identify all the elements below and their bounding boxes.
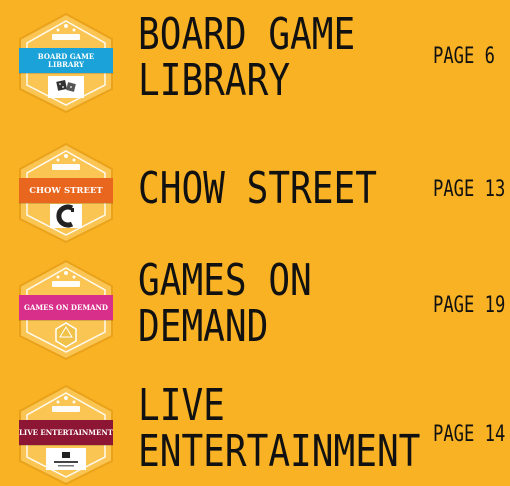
title-line: LIBRARY [138,55,291,106]
badge-banner: BOARD GAME LIBRARY [19,48,113,73]
title-line: ENTERTAINMENT [138,426,421,477]
badge-banner: GAMES ON DEMAND [19,295,113,320]
title-line: LIVE [138,380,225,431]
section-chow-street[interactable]: CHOW STREET CHOW STREET PAGE 13 [0,130,510,244]
board-game-library-badge: BOARD GAME LIBRARY [16,12,116,114]
title-line: BOARD GAME [138,9,356,60]
page-number[interactable]: PAGE 6 [433,44,495,70]
page-number[interactable]: PAGE 14 [433,422,505,448]
section-live-entertainment[interactable]: LIVE ENTERTAINMENT LIVE ENTERTAINMENT PA… [0,380,510,486]
section-title: GAMES ON DEMAND [138,258,312,350]
title-line: GAMES ON [138,255,312,306]
chow-street-badge: CHOW STREET [16,142,116,244]
badge-banner: LIVE ENTERTAINMENT [19,420,113,445]
section-title: LIVE ENTERTAINMENT [138,383,420,475]
section-title: BOARD GAME LIBRARY [138,12,355,104]
section-title: CHOW STREET [138,166,377,212]
title-line: DEMAND [138,301,269,352]
live-entertainment-badge: LIVE ENTERTAINMENT [16,384,116,486]
title-line: CHOW STREET [138,163,377,214]
page-number[interactable]: PAGE 13 [433,177,505,203]
page-number[interactable]: PAGE 19 [433,293,505,319]
section-board-game-library[interactable]: BOARD GAME LIBRARY BOARD GAME LIBRARY PA… [0,0,510,120]
games-on-demand-badge: GAMES ON DEMAND [16,259,116,361]
section-games-on-demand[interactable]: GAMES ON DEMAND GAMES ON DEMAND PAGE 19 [0,250,510,365]
badge-banner: CHOW STREET [19,178,113,203]
d20-die-icon [55,322,77,348]
